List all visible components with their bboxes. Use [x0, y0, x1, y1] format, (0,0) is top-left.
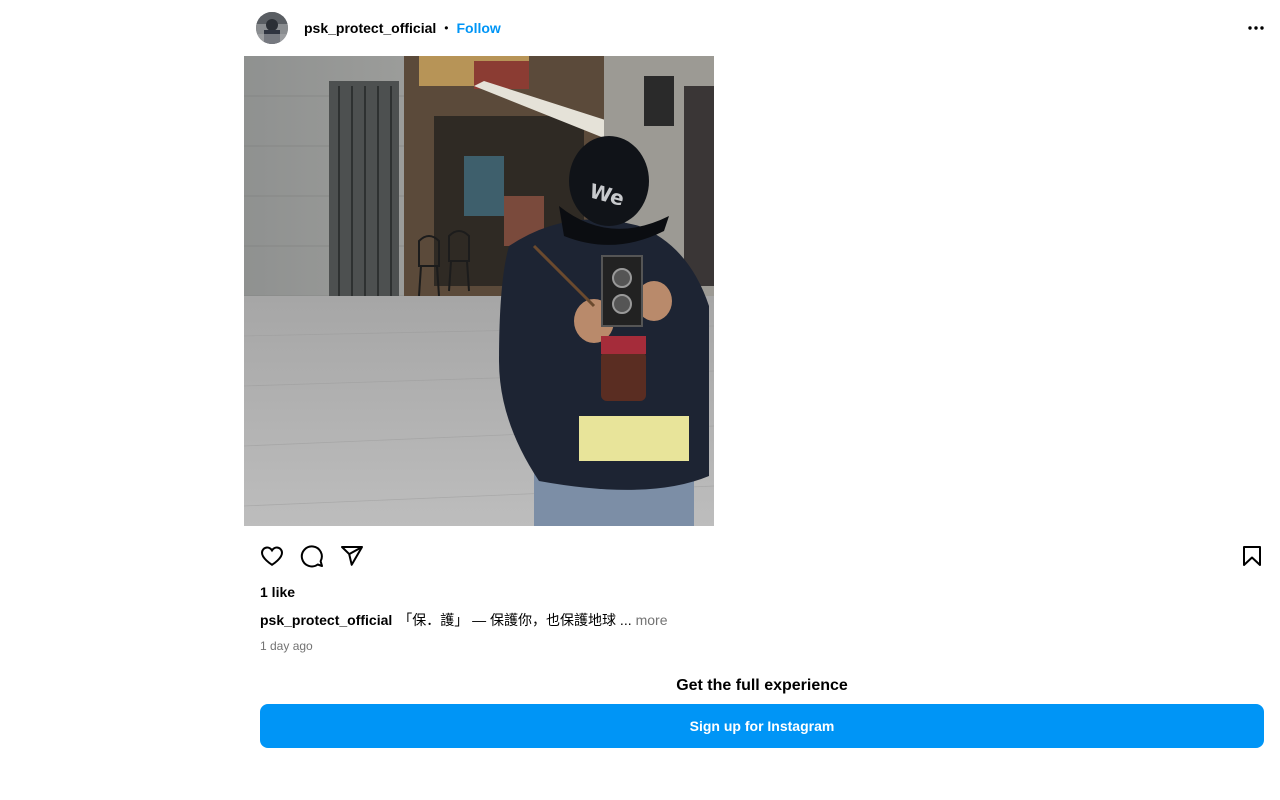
post-header: psk_protect_official • Follow — [256, 11, 501, 45]
avatar-image — [256, 12, 288, 44]
cta-title: Get the full experience — [676, 677, 848, 694]
sign-up-button[interactable]: Sign up for Instagram — [260, 704, 1264, 748]
post-caption: psk_protect_official 「保．護」 — 保護你，也保護地球 ..… — [260, 610, 668, 630]
caption-username[interactable]: psk_protect_official — [260, 612, 392, 628]
comment-icon[interactable] — [296, 540, 328, 572]
bookmark-icon[interactable] — [1236, 540, 1268, 572]
more-options-icon[interactable] — [1242, 14, 1270, 42]
separator-dot: • — [444, 21, 449, 35]
post-photo[interactable]: We — [244, 56, 714, 526]
caption-more-link[interactable]: more — [636, 612, 668, 628]
post-username[interactable]: psk_protect_official — [304, 20, 436, 36]
likes-count[interactable]: 1 like — [260, 584, 295, 600]
follow-button[interactable]: Follow — [456, 20, 500, 36]
post-photo-image: We — [244, 56, 714, 526]
share-icon[interactable] — [336, 540, 368, 572]
post-timestamp[interactable]: 1 day ago — [260, 639, 313, 653]
avatar[interactable] — [256, 12, 288, 44]
caption-text: 「保．護」 — 保護你，也保護地球 ... — [398, 612, 632, 628]
heart-icon[interactable] — [256, 540, 288, 572]
post-actions — [256, 540, 1270, 572]
